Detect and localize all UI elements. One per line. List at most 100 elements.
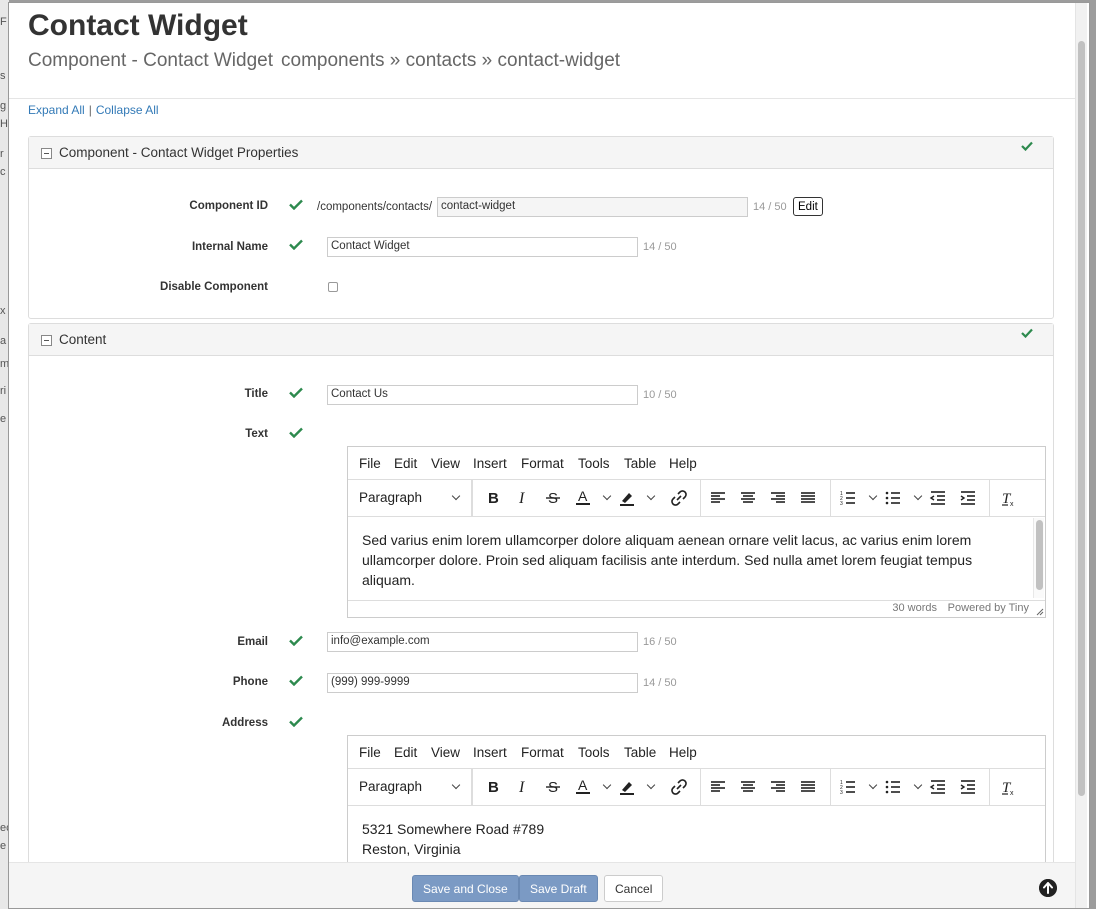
chevron-down-icon[interactable] <box>646 491 656 501</box>
align-left-button[interactable] <box>706 775 730 799</box>
link-button[interactable] <box>667 486 691 510</box>
chevron-down-icon[interactable] <box>868 491 878 501</box>
internal-name-counter: 14 / 50 <box>643 241 677 253</box>
menu-insert[interactable]: Insert <box>473 745 507 760</box>
text-editor-body[interactable]: Sed varius enim lorem ullamcorper dolore… <box>348 517 1045 600</box>
content-panel-title: Content <box>59 332 107 347</box>
editor-scrollbar[interactable] <box>1033 518 1044 598</box>
save-and-close-button[interactable]: Save and Close <box>412 875 519 902</box>
highlight-button[interactable] <box>615 486 639 510</box>
chevron-down-icon[interactable] <box>913 491 923 501</box>
svg-text:A: A <box>578 489 588 504</box>
align-right-button[interactable] <box>766 486 790 510</box>
indent-button[interactable] <box>956 775 980 799</box>
menu-insert[interactable]: Insert <box>473 456 507 471</box>
link-button[interactable] <box>667 775 691 799</box>
powered-by-link[interactable]: Powered by Tiny <box>948 602 1029 614</box>
properties-panel-header[interactable]: Component - Contact Widget Properties <box>29 137 1053 169</box>
component-editor-modal: Contact Widget Component - Contact Widge… <box>8 2 1090 909</box>
numbered-list-button[interactable]: 123 <box>836 775 860 799</box>
numbered-list-button[interactable]: 123 <box>836 486 860 510</box>
chevron-down-icon[interactable] <box>913 780 923 790</box>
outdent-icon <box>929 780 945 794</box>
bullet-list-icon <box>885 780 900 794</box>
collapse-icon[interactable] <box>41 335 52 346</box>
chevron-down-icon[interactable] <box>868 780 878 790</box>
menu-format[interactable]: Format <box>521 456 564 471</box>
menu-tools[interactable]: Tools <box>578 456 610 471</box>
valid-check-icon <box>1021 141 1033 151</box>
cancel-button[interactable]: Cancel <box>604 875 664 902</box>
content-panel-header[interactable]: Content <box>29 324 1053 356</box>
title-counter: 10 / 50 <box>643 389 677 401</box>
strikethrough-button[interactable]: S <box>541 486 565 510</box>
menu-file[interactable]: File <box>359 456 381 471</box>
resize-handle-icon[interactable] <box>1036 608 1044 616</box>
menu-format[interactable]: Format <box>521 745 564 760</box>
menu-view[interactable]: View <box>431 745 460 760</box>
svg-text:3: 3 <box>840 790 843 796</box>
align-left-button[interactable] <box>706 486 730 510</box>
clear-formatting-button[interactable]: Tx <box>996 486 1020 510</box>
component-id-field[interactable]: contact-widget <box>437 197 748 217</box>
block-format-select[interactable]: Paragraph <box>348 769 472 805</box>
align-right-icon <box>771 492 785 503</box>
text-color-button[interactable]: A <box>571 486 595 510</box>
align-center-button[interactable] <box>736 486 760 510</box>
page-subtitle: Component - Contact Widget components » c… <box>28 50 620 72</box>
email-field[interactable]: info@example.com <box>327 632 638 652</box>
justify-button[interactable] <box>796 486 820 510</box>
text-color-button[interactable]: A <box>571 775 595 799</box>
editor-toolbar: Paragraph B I S A 1 2 3 Tx <box>348 480 1045 517</box>
highlight-icon <box>620 782 634 795</box>
clear-formatting-button[interactable]: Tx <box>996 775 1020 799</box>
menu-file[interactable]: File <box>359 745 381 760</box>
bold-button[interactable]: B <box>481 775 505 799</box>
text-color-icon: A <box>576 489 590 505</box>
modal-scrollbar-thumb[interactable] <box>1078 41 1085 796</box>
italic-button[interactable]: I <box>511 486 535 510</box>
phone-field[interactable]: (999) 999-9999 <box>327 673 638 693</box>
expand-all-link[interactable]: Expand All <box>28 103 85 117</box>
internal-name-field[interactable]: Contact Widget <box>327 237 638 257</box>
align-right-button[interactable] <box>766 775 790 799</box>
chevron-down-icon[interactable] <box>602 780 612 790</box>
menu-tools[interactable]: Tools <box>578 745 610 760</box>
save-draft-button[interactable]: Save Draft <box>519 875 598 902</box>
menu-table[interactable]: Table <box>624 745 656 760</box>
scroll-to-top-icon[interactable] <box>1039 879 1057 897</box>
indent-icon <box>960 780 975 794</box>
menu-view[interactable]: View <box>431 456 460 471</box>
align-center-button[interactable] <box>736 775 760 799</box>
bullet-list-button[interactable] <box>881 775 905 799</box>
menu-help[interactable]: Help <box>669 456 697 471</box>
italic-button[interactable]: I <box>511 775 535 799</box>
bullet-list-button[interactable] <box>881 486 905 510</box>
menu-help[interactable]: Help <box>669 745 697 760</box>
align-right-icon <box>771 781 785 792</box>
outdent-button[interactable] <box>926 775 950 799</box>
block-format-select[interactable]: Paragraph <box>348 480 472 516</box>
highlight-button[interactable] <box>615 775 639 799</box>
indent-button[interactable] <box>956 486 980 510</box>
title-field[interactable]: Contact Us <box>327 385 638 405</box>
email-label: Email <box>237 636 268 648</box>
clear-formatting-icon: Tx <box>1002 780 1014 796</box>
menu-edit[interactable]: Edit <box>394 456 417 471</box>
modal-scrollbar[interactable] <box>1075 3 1087 908</box>
justify-button[interactable] <box>796 775 820 799</box>
strikethrough-button[interactable]: S <box>541 775 565 799</box>
outdent-button[interactable] <box>926 486 950 510</box>
collapse-icon[interactable] <box>41 148 52 159</box>
editor-scrollbar-thumb[interactable] <box>1036 520 1043 590</box>
svg-text:B: B <box>488 779 499 796</box>
menu-edit[interactable]: Edit <box>394 745 417 760</box>
chevron-down-icon[interactable] <box>646 780 656 790</box>
menu-table[interactable]: Table <box>624 456 656 471</box>
chevron-down-icon[interactable] <box>602 491 612 501</box>
disable-component-checkbox[interactable] <box>328 282 338 292</box>
collapse-all-link[interactable]: Collapse All <box>96 103 159 117</box>
bold-button[interactable]: B <box>481 486 505 510</box>
edit-component-id-button[interactable]: Edit <box>793 197 823 216</box>
toolbar-separator <box>989 769 990 805</box>
